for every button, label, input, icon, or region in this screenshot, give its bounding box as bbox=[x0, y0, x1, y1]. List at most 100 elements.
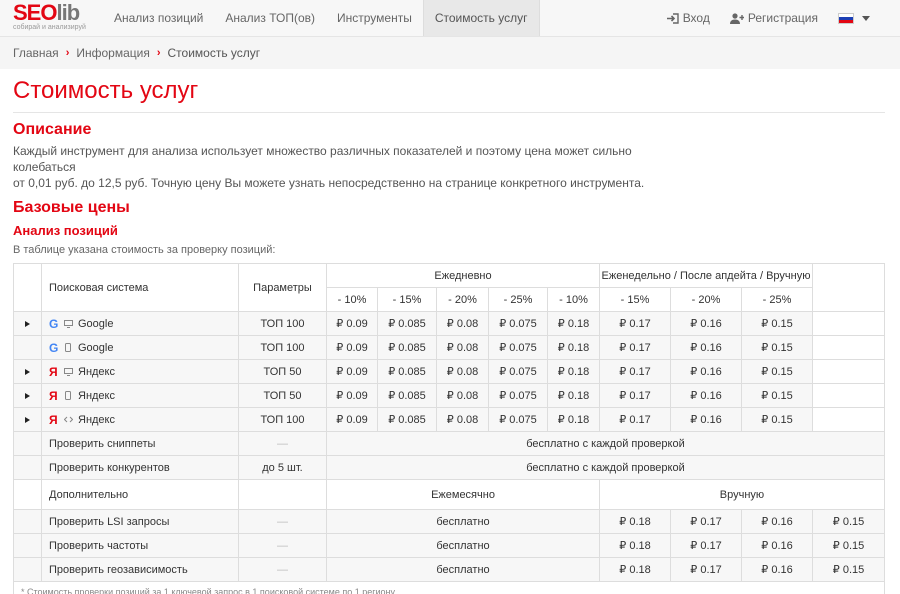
table-row: Проверить конкурентов до 5 шт. бесплатно… bbox=[13, 455, 885, 480]
chevron-down-icon[interactable] bbox=[862, 15, 870, 21]
weekly-price-cell: ₽ 0.15 bbox=[741, 311, 813, 336]
mobile-icon bbox=[61, 343, 75, 352]
manual-price-cell: ₽ 0.16 bbox=[741, 509, 813, 534]
yandex-icon: Я bbox=[49, 412, 58, 427]
desktop-icon bbox=[61, 367, 75, 376]
table-row[interactable]: Я Яндекс ТОП 100 ₽ 0.09 ₽ 0.085 ₽ 0.08 ₽ 0.075… bbox=[13, 407, 885, 432]
manual-price-cell: ₽ 0.18 bbox=[599, 509, 671, 534]
sign-in-icon bbox=[666, 12, 679, 24]
row-label: Проверить частоты bbox=[41, 533, 239, 558]
expand-cell[interactable] bbox=[13, 359, 42, 384]
weekly-price-cell: ₽ 0.15 bbox=[741, 383, 813, 408]
logo-tagline: собирай и анализируй bbox=[13, 24, 86, 31]
extra-header-row: Дополнительно Ежемесячно Вручную bbox=[13, 479, 885, 510]
weekly-price-cell: ₽ 0.17 bbox=[599, 383, 671, 408]
row-label: Проверить сниппеты bbox=[41, 431, 239, 456]
engine-name: Google bbox=[78, 317, 114, 330]
daily-price-cell: ₽ 0.085 bbox=[377, 383, 437, 408]
empty-cell bbox=[812, 359, 885, 384]
empty-cell bbox=[238, 479, 327, 510]
positions-heading: Анализ позиций bbox=[13, 223, 118, 238]
footnote-row: * Стоимость проверки позиций за 1 ключев… bbox=[13, 581, 885, 594]
empty-cell bbox=[13, 533, 42, 558]
nav-item-pricing[interactable]: Стоимость услуг bbox=[422, 0, 540, 36]
pricing-table: Поисковая система Параметры Ежедневно Еж… bbox=[13, 263, 885, 594]
manual-price-cell: ₽ 0.15 bbox=[812, 557, 885, 582]
daily-column-header: Ежедневно bbox=[326, 263, 600, 288]
main-nav: Анализ позиций Анализ ТОП(ов) Инструмент… bbox=[103, 0, 540, 36]
row-params: — bbox=[238, 509, 327, 534]
daily-price-cell: ₽ 0.075 bbox=[488, 311, 548, 336]
empty-cell bbox=[13, 479, 42, 510]
expand-cell[interactable] bbox=[13, 407, 42, 432]
breadcrumb-info[interactable]: Информация bbox=[76, 46, 149, 60]
engine-cell: Я Яндекс bbox=[41, 383, 239, 408]
daily-price-cell: ₽ 0.18 bbox=[547, 311, 600, 336]
table-row[interactable]: Я Яндекс ТОП 50 ₽ 0.09 ₽ 0.085 ₽ 0.08 ₽ 0.075 ₽… bbox=[13, 359, 885, 384]
manual-price-cell: ₽ 0.17 bbox=[670, 509, 742, 534]
nav-item-top[interactable]: Анализ ТОП(ов) bbox=[214, 0, 326, 36]
weekly-price-cell: ₽ 0.17 bbox=[599, 335, 671, 360]
logo[interactable]: SEOlib собирай и анализируй bbox=[0, 0, 103, 36]
empty-cell bbox=[13, 509, 42, 534]
user-nav: Вход Регистрация bbox=[666, 0, 900, 36]
daily-price-cell: ₽ 0.075 bbox=[488, 359, 548, 384]
discount-header: - 20% bbox=[670, 287, 742, 312]
manual-price-cell: ₽ 0.15 bbox=[812, 533, 885, 558]
description-heading: Описание bbox=[13, 121, 92, 138]
manual-price-cell: ₽ 0.18 bbox=[599, 533, 671, 558]
daily-price-cell: ₽ 0.09 bbox=[326, 335, 378, 360]
nav-item-positions[interactable]: Анализ позиций bbox=[103, 0, 214, 36]
engine-cell: G Google bbox=[41, 311, 239, 336]
engine-cell: G Google bbox=[41, 335, 239, 360]
discount-header: - 15% bbox=[377, 287, 437, 312]
mobile-icon bbox=[61, 391, 75, 400]
yandex-icon: Я bbox=[49, 388, 58, 403]
register-label: Регистрация bbox=[747, 11, 818, 25]
expand-arrow-icon[interactable] bbox=[25, 368, 30, 375]
daily-price-cell: ₽ 0.09 bbox=[326, 407, 378, 432]
flag-ru-icon[interactable] bbox=[838, 12, 854, 24]
nav-item-tools[interactable]: Инструменты bbox=[326, 0, 423, 36]
table-row: Проверить геозависимость — бесплатно ₽ 0.18… bbox=[13, 557, 885, 582]
expand-arrow-icon[interactable] bbox=[25, 392, 30, 399]
daily-price-cell: ₽ 0.18 bbox=[547, 359, 600, 384]
weekly-price-cell: ₽ 0.16 bbox=[670, 383, 742, 408]
breadcrumb-home[interactable]: Главная bbox=[13, 46, 59, 60]
expand-cell[interactable] bbox=[13, 311, 42, 336]
login-link[interactable]: Вход bbox=[666, 11, 710, 25]
empty-cell bbox=[13, 431, 42, 456]
expand-arrow-icon[interactable] bbox=[25, 320, 30, 327]
manual-price-cell: ₽ 0.15 bbox=[812, 509, 885, 534]
register-link[interactable]: Регистрация bbox=[729, 11, 818, 25]
table-row[interactable]: Я Яндекс ТОП 50 ₽ 0.09 ₽ 0.085 ₽ 0.08 ₽ 0.075 ₽… bbox=[13, 383, 885, 408]
empty-cell bbox=[812, 407, 885, 432]
row-params: — bbox=[238, 431, 327, 456]
expand-cell bbox=[13, 335, 42, 360]
code-icon bbox=[61, 416, 75, 423]
table-row[interactable]: G Google ТОП 100 ₽ 0.09 ₽ 0.085 ₽ 0.08 ₽ 0.075… bbox=[13, 311, 885, 336]
row-params: ТОП 100 bbox=[238, 311, 327, 336]
daily-price-cell: ₽ 0.085 bbox=[377, 311, 437, 336]
daily-price-cell: ₽ 0.08 bbox=[436, 407, 489, 432]
row-label: Проверить LSI запросы bbox=[41, 509, 239, 534]
row-params: ТОП 100 bbox=[238, 335, 327, 360]
row-value: бесплатно с каждой проверкой bbox=[326, 455, 885, 480]
expand-cell[interactable] bbox=[13, 383, 42, 408]
daily-price-cell: ₽ 0.08 bbox=[436, 311, 489, 336]
empty-cell bbox=[812, 383, 885, 408]
weekly-price-cell: ₽ 0.15 bbox=[741, 359, 813, 384]
empty-cell bbox=[812, 335, 885, 360]
weekly-price-cell: ₽ 0.17 bbox=[599, 311, 671, 336]
main-content: Стоимость услуг Описание Каждый инструме… bbox=[0, 77, 900, 594]
google-icon: G bbox=[49, 316, 59, 331]
row-params: — bbox=[238, 533, 327, 558]
daily-price-cell: ₽ 0.09 bbox=[326, 383, 378, 408]
table-row[interactable]: G Google ТОП 100 ₽ 0.09 ₽ 0.085 ₽ 0.08 ₽ 0.075… bbox=[13, 335, 885, 360]
expand-arrow-icon[interactable] bbox=[25, 416, 30, 423]
desktop-icon bbox=[61, 319, 75, 328]
table-header-row: Поисковая система Параметры Ежедневно Еж… bbox=[13, 263, 885, 312]
monthly-cell: бесплатно bbox=[326, 533, 600, 558]
weekly-price-cell: ₽ 0.16 bbox=[670, 407, 742, 432]
engine-name: Google bbox=[78, 341, 114, 354]
